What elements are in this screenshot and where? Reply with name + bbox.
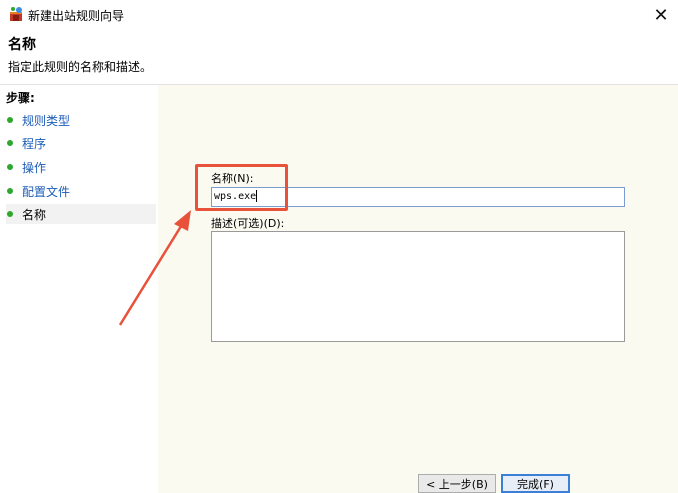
green-dot-icon [7, 117, 13, 123]
sidebar-item-rule-type[interactable]: 规则类型 [6, 110, 156, 130]
page-title: 名称 [8, 37, 36, 53]
green-dot-icon [7, 188, 13, 194]
sidebar-item-label: 规则类型 [22, 113, 71, 128]
sidebar-item-label: 名称 [22, 207, 47, 222]
title-bar: 新建出站规则向导 ✕ [0, 0, 678, 30]
close-icon: ✕ [653, 4, 669, 26]
sidebar-item-profile[interactable]: 配置文件 [6, 181, 156, 201]
back-button[interactable]: < 上一步(B) [418, 474, 496, 493]
annotation-highlight-box [195, 164, 288, 211]
sidebar-item-label: 配置文件 [22, 184, 71, 199]
sidebar-item-label: 操作 [22, 160, 47, 175]
steps-sidebar: 步骤: 规则类型 程序 操作 配置文件 名称 [0, 85, 158, 493]
green-dot-icon [7, 211, 13, 217]
description-field-label: 描述(可选)(D): [211, 217, 285, 230]
steps-heading: 步骤: [6, 91, 35, 105]
window-title: 新建出站规则向导 [28, 9, 125, 23]
green-dot-icon [7, 164, 13, 170]
wizard-header: 名称 指定此规则的名称和描述。 [0, 30, 678, 85]
description-textarea[interactable] [211, 231, 625, 342]
page-description: 指定此规则的名称和描述。 [8, 60, 153, 74]
sidebar-item-action[interactable]: 操作 [6, 157, 156, 177]
sidebar-item-label: 程序 [22, 136, 47, 151]
green-dot-icon [7, 140, 13, 146]
firewall-icon [10, 7, 22, 21]
close-button[interactable]: ✕ [644, 0, 678, 30]
finish-button[interactable]: 完成(F) [501, 474, 570, 493]
sidebar-item-name[interactable]: 名称 [6, 204, 156, 224]
sidebar-item-program[interactable]: 程序 [6, 133, 156, 153]
